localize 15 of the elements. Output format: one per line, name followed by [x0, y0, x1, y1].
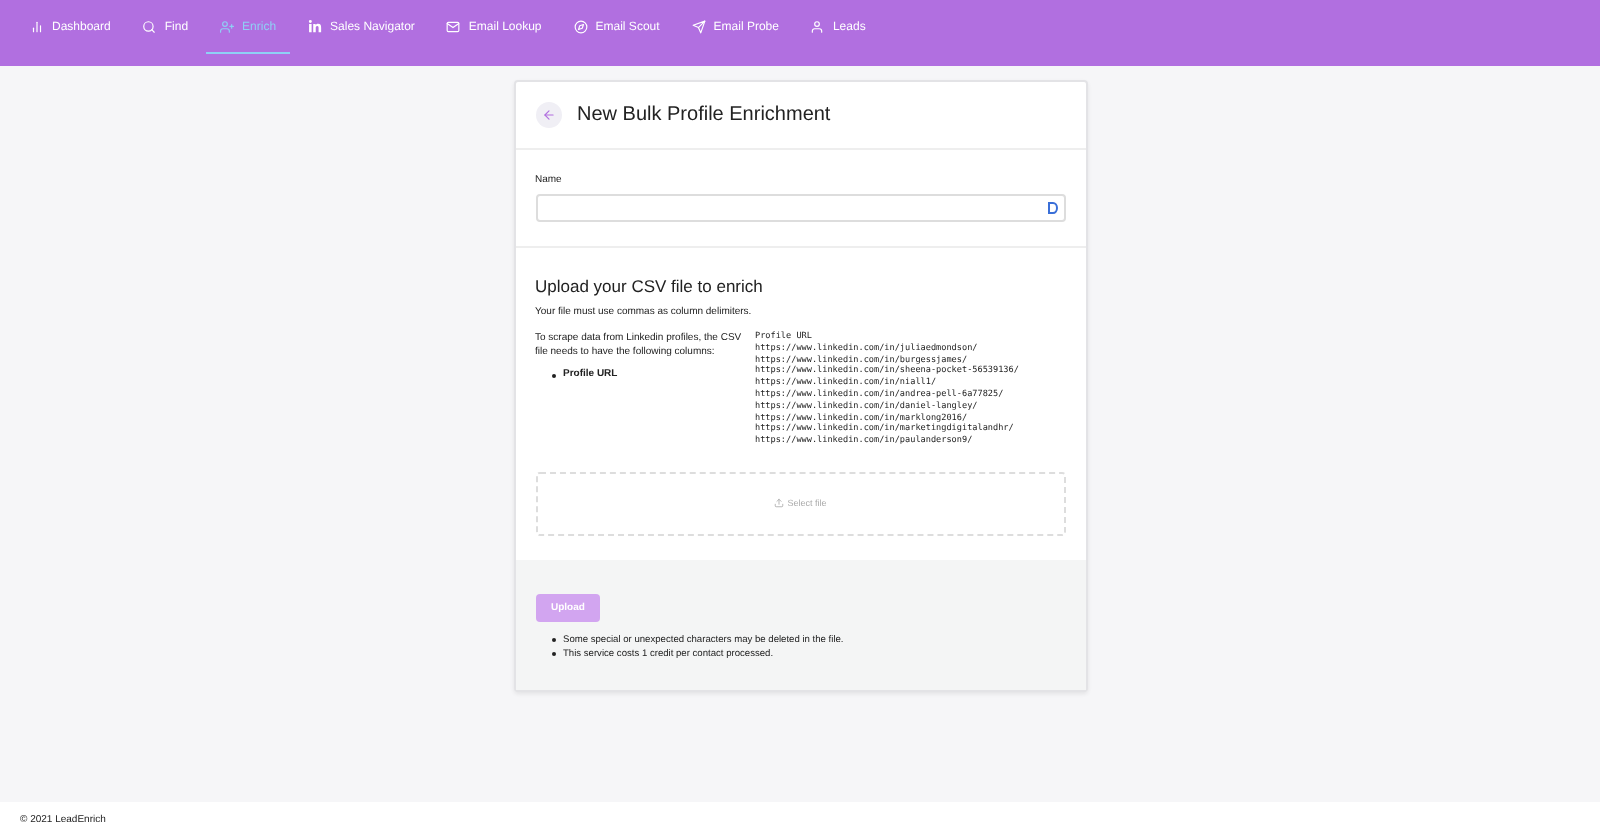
name-field[interactable]: [535, 194, 1065, 222]
send-icon: [691, 20, 706, 34]
linkedin-icon: [308, 20, 323, 34]
back-arrow-icon: [541, 108, 555, 122]
extension-icon: [1047, 202, 1057, 214]
user-plus-icon: [220, 20, 235, 34]
search-icon: [142, 20, 157, 34]
compass-icon: [573, 20, 588, 34]
section-heading: Upload your CSV file to enrich: [535, 276, 765, 296]
bar-chart-icon: [30, 20, 44, 34]
back-button[interactable]: [535, 102, 561, 128]
mail-icon: [446, 20, 461, 34]
upload-icon: [773, 498, 784, 509]
user-icon: [810, 20, 825, 34]
card-title: New Bulk Profile Enrichment: [577, 104, 831, 126]
